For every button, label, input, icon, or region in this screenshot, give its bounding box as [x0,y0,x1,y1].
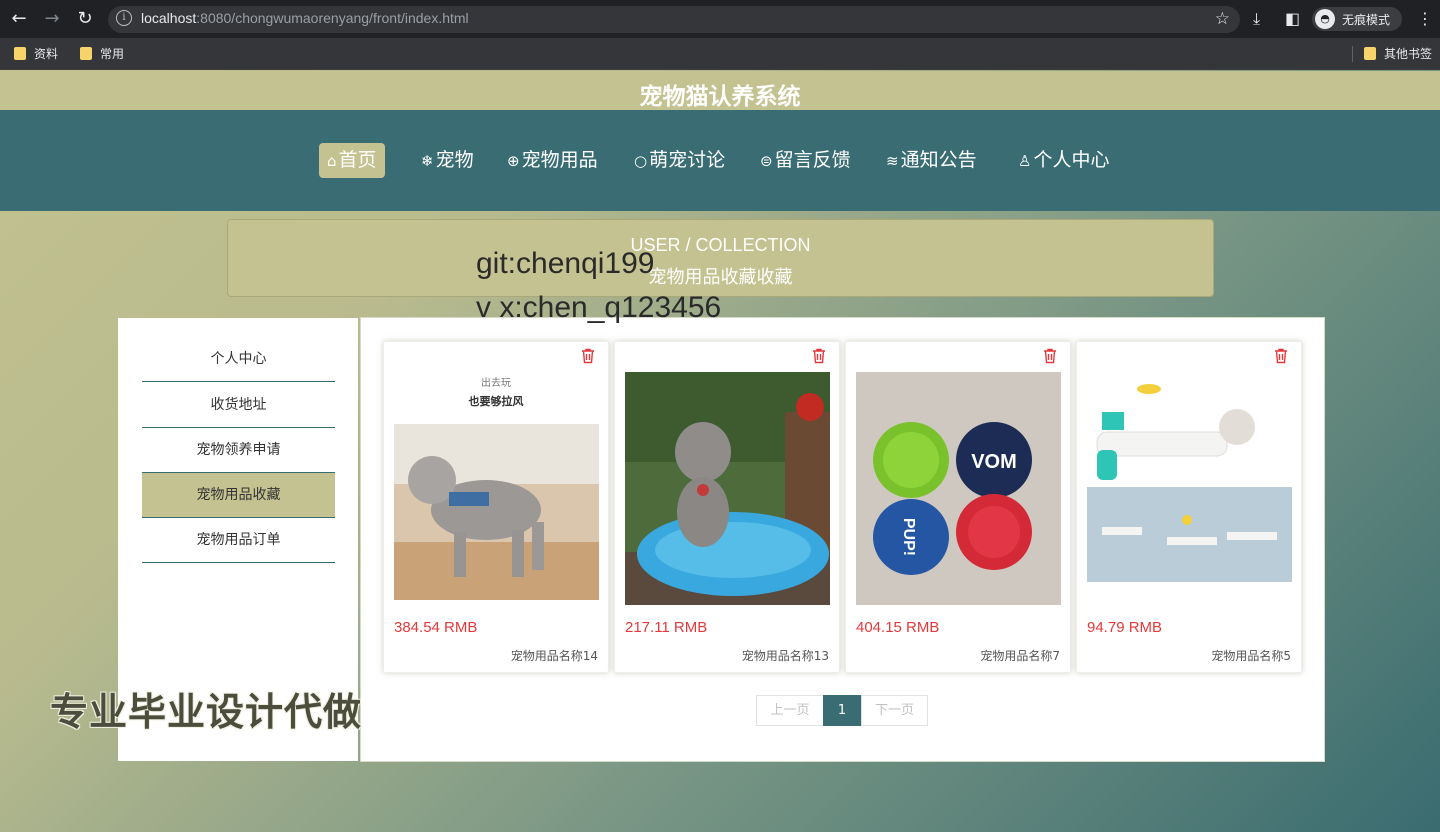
bookmark-label: 其他书签 [1384,47,1433,61]
site-info-icon[interactable]: i [116,10,132,26]
nav-label: 宠物用品 [521,149,598,171]
trash-icon[interactable] [1273,348,1289,364]
nav-label: 首页 [338,149,377,171]
printer-icon: ⊜ [760,152,773,170]
side-panel-icon[interactable]: ◧ [1285,9,1300,28]
collection-card[interactable]: 出去玩 也要够拉风 384.54 RMB 宠物用品名称14 [383,341,609,673]
trash-icon[interactable] [580,348,596,364]
bookmark-label: 资料 [34,47,59,61]
incognito-label: 无痕模式 [1342,13,1391,27]
product-image[interactable] [1087,372,1292,605]
layers-icon: ≋ [886,152,899,170]
nav-user-center[interactable]: ♙ 个人中心 [1010,143,1117,178]
bookmark-folder-ziliao[interactable]: 资料 [14,45,58,62]
product-image[interactable]: VOM PUP! [856,372,1061,605]
browser-toolbar: ← → ↻ i localhost:8080/chongwumaorenyang… [0,0,1440,38]
collection-panel: 出去玩 也要够拉风 384.54 RMB 宠物用品名称14 217.11 RMB… [360,317,1325,762]
download-icon[interactable]: ⤓ [1253,9,1260,29]
bookmark-folder-other[interactable]: 其他书签 [1364,45,1432,62]
next-page-button[interactable]: 下一页 [861,695,928,726]
chat-bubble-icon: ○ [634,152,648,170]
home-icon: ⌂ [327,152,337,170]
product-price: 94.79 RMB [1087,619,1163,636]
folder-icon [1364,47,1376,60]
forward-icon[interactable]: → [41,9,63,29]
product-price: 217.11 RMB [625,619,708,636]
main-nav: ⌂ 首页 ❄ 宠物 ⊕ 宠物用品 ○ 萌宠讨论 ⊜ 留言反馈 ≋ 通知公告 ♙ 个人中心 [0,110,1440,211]
image-caption: PUP! [900,518,917,556]
trash-icon[interactable] [1042,348,1058,364]
bookmark-star-icon[interactable]: ☆ [1215,9,1230,29]
sidebar-item-adoption-application[interactable]: 宠物领养申请 [142,428,335,473]
nav-label: 萌宠讨论 [649,149,726,171]
menu-kebab-icon[interactable]: ⋮ [1417,9,1433,28]
url-path: :8080/chongwumaorenyang/front/index.html [196,10,469,26]
collection-card[interactable]: 217.11 RMB 宠物用品名称13 [614,341,840,673]
sidebar-item-supplies-orders[interactable]: 宠物用品订单 [142,518,335,563]
page-banner: USER / COLLECTION 宠物用品收藏收藏 [227,219,1214,297]
product-name: 宠物用品名称7 [980,649,1060,663]
folder-icon [80,47,92,60]
product-name: 宠物用品名称13 [741,649,829,663]
nav-label: 留言反馈 [774,149,851,171]
site-header: 宠物猫认养系统 [0,71,1440,110]
image-caption: 也要够拉风 [469,394,524,408]
product-name: 宠物用品名称5 [1211,649,1291,663]
globe-icon: ⊕ [507,152,520,170]
incognito-icon: ◓ [1315,9,1335,29]
sidebar-item-address[interactable]: 收货地址 [142,383,335,428]
image-caption: VOM [971,451,1017,473]
collection-card[interactable]: 94.79 RMB 宠物用品名称5 [1076,341,1302,673]
prev-page-button[interactable]: 上一页 [756,695,824,726]
url-host: localhost [141,10,197,26]
nav-pets[interactable]: ❄ 宠物 [413,143,482,178]
product-name: 宠物用品名称14 [510,649,598,663]
banner-chinese-title: 宠物用品收藏收藏 [648,267,793,288]
bookmarks-bar: 资料 常用 其他书签 [0,38,1440,70]
product-image[interactable]: 出去玩 也要够拉风 [394,372,599,605]
url-text: localhost:8080/chongwumaorenyang/front/i… [141,10,469,26]
nav-notices[interactable]: ≋ 通知公告 [878,143,985,178]
bookmarks-divider [1352,46,1353,62]
banner-english-title: USER / COLLECTION [630,235,811,255]
image-caption: 出去玩 [481,376,511,389]
product-image[interactable] [625,372,830,605]
snowflake-icon: ❄ [421,152,434,170]
product-price: 384.54 RMB [394,619,478,636]
nav-feedback[interactable]: ⊜ 留言反馈 [752,143,859,178]
trash-icon[interactable] [811,348,827,364]
user-icon: ♙ [1018,152,1032,170]
sidebar-item-user-center[interactable]: 个人中心 [142,337,335,382]
watermark-wechat: v x:chen_q123456 [476,291,722,324]
collection-card[interactable]: VOM PUP! 404.15 RMB 宠物用品名称7 [845,341,1071,673]
folder-icon [14,47,26,60]
reload-icon[interactable]: ↻ [74,9,96,29]
bookmark-label: 常用 [100,47,125,61]
nav-pet-supplies[interactable]: ⊕ 宠物用品 [499,143,606,178]
nav-label: 个人中心 [1033,149,1110,171]
promo-overlay-text: 专业毕业设计代做 [50,690,363,734]
sidebar-item-supplies-collection[interactable]: 宠物用品收藏 [142,473,335,518]
bookmark-folder-changyong[interactable]: 常用 [80,45,124,62]
back-icon[interactable]: ← [8,9,30,29]
watermark-git: git:chenqi199 [476,247,655,280]
page-1-button[interactable]: 1 [823,695,861,726]
nav-label: 通知公告 [900,149,977,171]
nav-home[interactable]: ⌂ 首页 [319,143,385,178]
address-bar[interactable]: i localhost:8080/chongwumaorenyang/front… [108,6,1240,33]
product-price: 404.15 RMB [856,619,940,636]
nav-label: 宠物 [435,149,474,171]
site-title: 宠物猫认养系统 [639,84,801,110]
incognito-badge[interactable]: ◓ 无痕模式 [1312,7,1402,31]
nav-discussion[interactable]: ○ 萌宠讨论 [626,143,733,178]
